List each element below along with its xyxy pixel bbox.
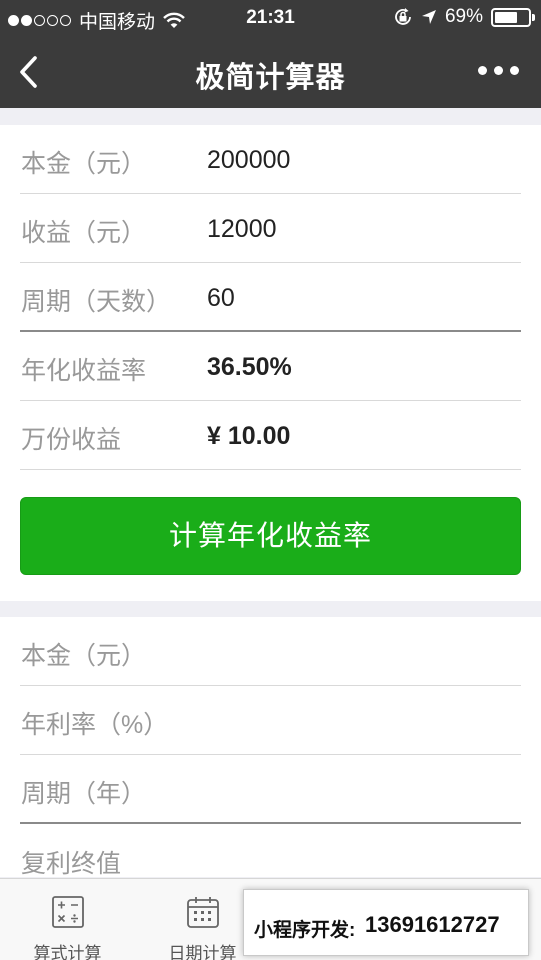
ad-label: 小程序开发: [254, 920, 356, 941]
yield-calculator-card: 本金（元） 200000 收益（元） 12000 周期（天数） 60 年化收益率… [0, 125, 541, 601]
calculator-icon [51, 896, 84, 928]
compound-calculator-card: 本金（元） 年利率（%） 周期（年） 复利终值 [0, 617, 541, 878]
period-years-row[interactable]: 周期（年） [20, 755, 521, 824]
period-years-label: 周期（年） [21, 780, 147, 808]
period-days-input[interactable]: 60 [207, 284, 235, 313]
ad-phone-number: 13691612727 [365, 912, 500, 937]
compound-principal-row[interactable]: 本金（元） [20, 617, 521, 686]
per-ten-thousand-value: ¥ 10.00 [207, 422, 291, 450]
principal-row[interactable]: 本金（元） 200000 [20, 125, 521, 194]
developer-ad-banner[interactable]: 小程序开发: 13691612727 [243, 889, 529, 956]
annual-rate-row[interactable]: 年利率（%） [20, 686, 521, 755]
more-options-icon[interactable] [478, 66, 519, 75]
income-row[interactable]: 收益（元） 12000 [20, 194, 521, 263]
annual-yield-row: 年化收益率 36.50% [20, 332, 521, 401]
per-ten-thousand-label: 万份收益 [21, 426, 122, 454]
annual-yield-value: 36.50% [207, 353, 292, 381]
annual-rate-label: 年利率（%） [21, 711, 169, 739]
page-title: 极简计算器 [195, 62, 346, 94]
calculate-yield-button[interactable]: 计算年化收益率 [20, 497, 521, 575]
rotation-lock-icon [395, 8, 411, 25]
period-days-row[interactable]: 周期（天数） 60 [20, 263, 521, 332]
principal-input[interactable]: 200000 [207, 146, 290, 175]
tab-formula-calc[interactable]: 算式计算 [0, 879, 135, 960]
calendar-icon [186, 897, 219, 928]
compound-principal-label: 本金（元） [21, 642, 147, 670]
per-ten-thousand-row: 万份收益 ¥ 10.00 [20, 401, 521, 470]
income-label: 收益（元） [21, 219, 147, 247]
principal-label: 本金（元） [21, 150, 147, 178]
battery-percent: 69% [444, 6, 483, 27]
compound-final-label: 复利终值 [21, 850, 122, 878]
tab-formula-calc-label: 算式计算 [33, 944, 102, 960]
status-bar: 中国移动 21:31 69% [0, 0, 541, 36]
annual-yield-label: 年化收益率 [21, 357, 147, 385]
location-arrow-icon [421, 10, 436, 24]
period-days-label: 周期（天数） [21, 288, 172, 316]
income-input[interactable]: 12000 [207, 215, 277, 244]
battery-icon [491, 7, 535, 27]
navigation-bar: 极简计算器 [0, 36, 541, 108]
